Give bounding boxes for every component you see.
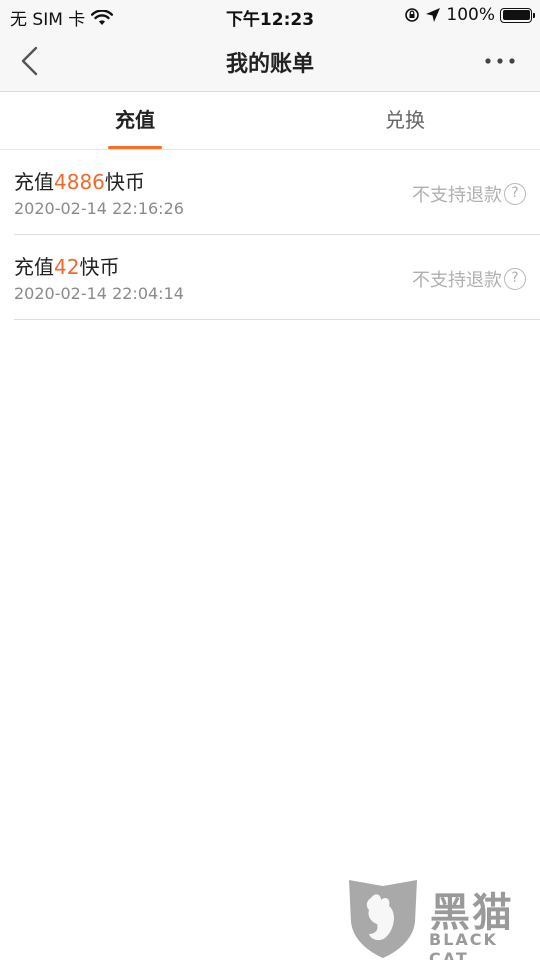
battery-icon <box>500 7 535 23</box>
refund-status: 不支持退款 ? <box>412 181 526 207</box>
bill-suffix: 快币 <box>104 170 145 194</box>
bill-prefix: 充值 <box>14 170 54 194</box>
status-bar: 无 SIM 卡 下午12:23 100% <box>0 0 540 30</box>
bill-item[interactable]: 充值42快币 2020-02-14 22:04:14 不支持退款 ? <box>14 235 540 320</box>
nav-bar: 我的账单 <box>0 30 540 92</box>
black-cat-watermark: 黑猫 BLACK CAT <box>345 876 540 960</box>
watermark-text-en: BLACK CAT <box>429 930 498 960</box>
refund-label: 不支持退款 <box>412 185 502 206</box>
bill-list: 充值4886快币 2020-02-14 22:16:26 不支持退款 ? 充值4… <box>14 150 540 320</box>
cat-shield-icon <box>349 880 417 958</box>
help-icon[interactable]: ? <box>504 183 526 205</box>
bill-prefix: 充值 <box>14 255 54 279</box>
location-arrow-icon <box>426 8 441 22</box>
bill-title: 充值4886快币 <box>14 166 145 195</box>
screen: 无 SIM 卡 下午12:23 100% 我的账单 充值 兑换 充值4886快币… <box>0 0 540 960</box>
status-right: 100% <box>404 5 535 25</box>
bill-amount: 4886 <box>54 170 105 194</box>
refund-label: 不支持退款 <box>412 270 502 291</box>
help-icon[interactable]: ? <box>504 268 526 290</box>
bill-suffix: 快币 <box>79 255 120 279</box>
orientation-lock-icon <box>405 8 420 22</box>
bill-time: 2020-02-14 22:04:14 <box>14 284 184 303</box>
battery-fill <box>502 10 530 20</box>
refund-status: 不支持退款 ? <box>412 266 526 292</box>
bill-amount: 42 <box>54 255 80 279</box>
battery-percent: 100% <box>446 5 495 25</box>
tab-bar: 充值 兑换 <box>0 93 540 150</box>
tab-recharge[interactable]: 充值 <box>0 93 270 150</box>
page-title: 我的账单 <box>225 52 314 77</box>
bill-item[interactable]: 充值4886快币 2020-02-14 22:16:26 不支持退款 ? <box>14 150 540 235</box>
tab-exchange[interactable]: 兑换 <box>270 93 540 150</box>
more-button[interactable] <box>482 50 518 72</box>
bill-time: 2020-02-14 22:16:26 <box>14 199 184 218</box>
more-horizontal-icon <box>485 58 515 64</box>
bill-title: 充值42快币 <box>14 251 119 280</box>
active-tab-indicator <box>108 146 162 149</box>
